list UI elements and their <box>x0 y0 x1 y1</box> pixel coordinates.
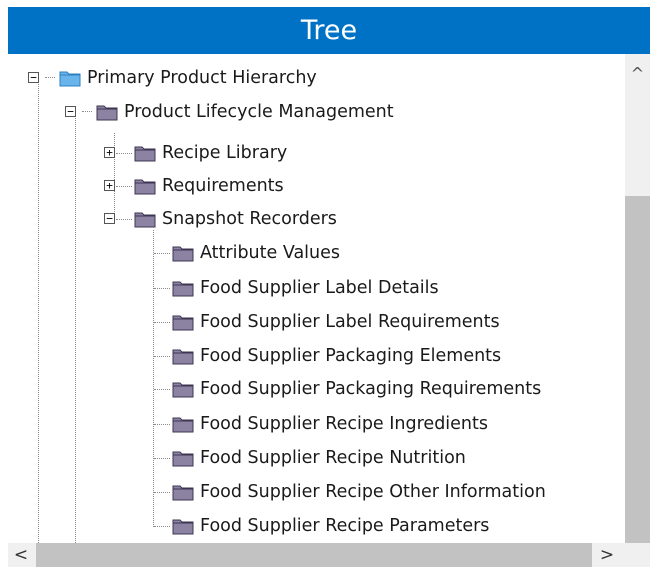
tree-node-label: Food Supplier Packaging Elements <box>200 346 502 366</box>
folder-open-blue-icon <box>59 69 81 87</box>
horizontal-scrollbar[interactable]: < > <box>8 543 625 567</box>
tree-connector <box>45 77 55 78</box>
tree-node[interactable]: Product Lifecycle Management <box>96 98 394 126</box>
tree-connector <box>154 424 170 425</box>
expand-toggle-icon[interactable]: + <box>104 180 115 191</box>
folder-icon <box>96 103 118 121</box>
tree-connector <box>154 288 170 289</box>
tree-connector <box>38 78 39 543</box>
tree-node[interactable]: Snapshot Recorders <box>134 205 337 233</box>
collapse-toggle-icon[interactable]: − <box>104 213 115 224</box>
tree-node-label: Attribute Values <box>200 243 341 263</box>
tree-node-label: Primary Product Hierarchy <box>87 68 317 88</box>
tree-connector <box>154 458 170 459</box>
folder-icon <box>172 347 194 365</box>
tree-node-label: Snapshot Recorders <box>162 209 337 229</box>
tree-connector <box>154 492 170 493</box>
tree-node-label: Requirements <box>162 176 284 196</box>
folder-icon <box>134 177 156 195</box>
tree-node[interactable]: Food Supplier Recipe Other Information <box>172 478 546 506</box>
tree-view[interactable]: − Primary Product Hierarchy − Product Lifec… <box>8 54 625 543</box>
tree-node-label: Food Supplier Label Details <box>200 278 439 298</box>
scroll-right-icon[interactable]: > <box>594 543 620 567</box>
tree-node-label: Food Supplier Recipe Parameters <box>200 516 490 536</box>
scroll-left-icon[interactable]: < <box>8 543 34 567</box>
folder-icon <box>134 210 156 228</box>
tree-node[interactable]: Food Supplier Recipe Ingredients <box>172 410 488 438</box>
folder-icon <box>172 449 194 467</box>
tree-node[interactable]: Primary Product Hierarchy <box>59 64 317 92</box>
tree-connector <box>116 186 132 187</box>
vertical-scroll-thumb[interactable] <box>625 196 650 543</box>
tree-connector <box>154 253 170 254</box>
folder-icon <box>172 380 194 398</box>
tree-node[interactable]: Food Supplier Packaging Requirements <box>172 375 541 403</box>
tree-node[interactable]: Attribute Values <box>172 239 340 267</box>
tree-node-label: Product Lifecycle Management <box>124 102 394 122</box>
panel-title: Tree <box>8 7 650 54</box>
tree-node[interactable]: Food Supplier Packaging Elements <box>172 342 501 370</box>
collapse-toggle-icon[interactable]: − <box>65 106 76 117</box>
tree-connector <box>154 356 170 357</box>
tree-node[interactable]: Requirements <box>134 172 284 200</box>
folder-icon <box>172 517 194 535</box>
tree-connector <box>75 113 76 543</box>
tree-node[interactable]: Food Supplier Label Requirements <box>172 308 500 336</box>
tree-connector <box>154 526 170 527</box>
expand-toggle-icon[interactable]: + <box>104 147 115 158</box>
tree-node-label: Food Supplier Packaging Requirements <box>200 379 542 399</box>
scroll-up-icon[interactable]: ^ <box>625 60 650 86</box>
vertical-scrollbar[interactable]: ^ <box>625 54 650 543</box>
tree-connector <box>153 230 154 527</box>
tree-panel: Tree − Primary Product Hierarchy − Product … <box>8 7 650 567</box>
horizontal-scroll-thumb[interactable] <box>36 543 592 567</box>
folder-icon <box>172 313 194 331</box>
tree-node-label: Recipe Library <box>162 143 288 163</box>
tree-node-label: Food Supplier Recipe Other Information <box>200 482 546 502</box>
tree-node-label: Food Supplier Label Requirements <box>200 312 500 332</box>
folder-icon <box>172 483 194 501</box>
tree-node[interactable]: Food Supplier Label Details <box>172 274 439 302</box>
tree-node[interactable]: Recipe Library <box>134 139 287 167</box>
tree-connector <box>82 111 92 112</box>
folder-icon <box>134 144 156 162</box>
folder-icon <box>172 415 194 433</box>
tree-connector <box>116 153 132 154</box>
tree-node-label: Food Supplier Recipe Nutrition <box>200 448 466 468</box>
tree-connector <box>116 219 132 220</box>
tree-node[interactable]: Food Supplier Recipe Nutrition <box>172 444 466 472</box>
collapse-toggle-icon[interactable]: − <box>28 72 39 83</box>
tree-node-label: Food Supplier Recipe Ingredients <box>200 414 488 434</box>
folder-icon <box>172 279 194 297</box>
folder-icon <box>172 244 194 262</box>
tree-connector <box>154 322 170 323</box>
tree-node[interactable]: Food Supplier Recipe Parameters <box>172 512 489 540</box>
tree-connector <box>154 389 170 390</box>
scrollbar-corner <box>625 543 650 567</box>
